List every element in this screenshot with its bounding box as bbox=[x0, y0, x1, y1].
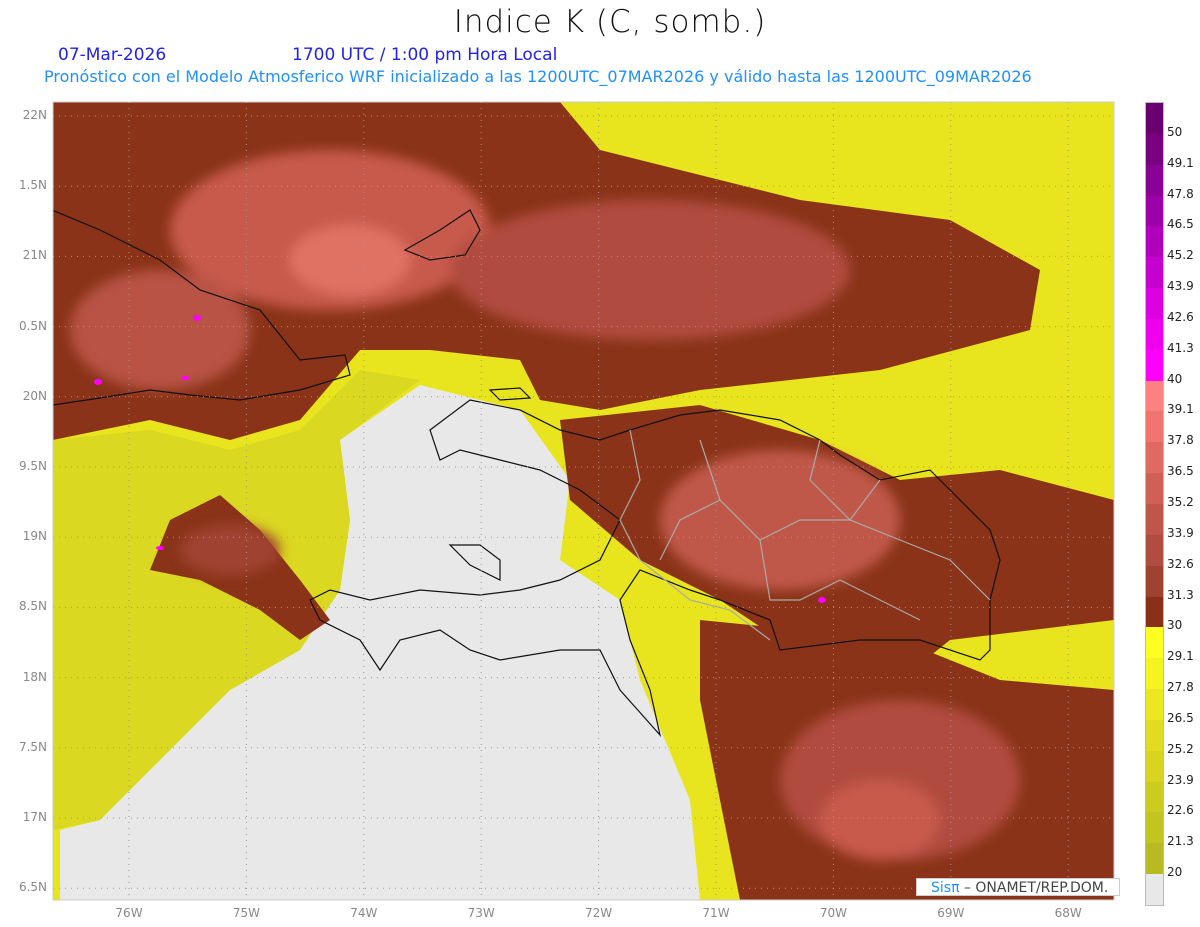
lon-label: 70W bbox=[819, 906, 847, 920]
lon-label: 68W bbox=[1054, 906, 1082, 920]
colorbar-bin bbox=[1146, 503, 1163, 535]
colorbar-label: 36.5 bbox=[1167, 464, 1194, 479]
colorbar-bin bbox=[1146, 658, 1163, 690]
colorbar-label: 22.6 bbox=[1167, 803, 1194, 818]
colorbar-bin bbox=[1146, 565, 1163, 597]
credit-box: Sisπ – ONAMET/REP.DOM. bbox=[916, 878, 1120, 896]
lat-label: 8.5N bbox=[18, 599, 47, 614]
colorbar-bin bbox=[1146, 843, 1163, 875]
colorbar-bin bbox=[1146, 380, 1163, 412]
lon-label: 73W bbox=[467, 906, 495, 920]
lat-label: 19N bbox=[22, 529, 47, 544]
colorbar-label: 49.1 bbox=[1167, 155, 1194, 170]
colorbar-bin bbox=[1146, 103, 1163, 134]
colorbar-bin bbox=[1146, 781, 1163, 813]
colorbar-label: 27.8 bbox=[1167, 680, 1194, 695]
lat-label: 9.5N bbox=[18, 459, 47, 473]
lat-label: 18N bbox=[22, 669, 47, 684]
colorbar-bin bbox=[1146, 534, 1163, 566]
colorbar-bin bbox=[1146, 596, 1163, 628]
lon-label: 76W bbox=[115, 906, 143, 920]
lat-label: 20N bbox=[22, 388, 47, 403]
lat-label: 21N bbox=[22, 248, 47, 263]
credit-brand: Sisπ bbox=[931, 880, 960, 896]
colorbar-bin bbox=[1146, 812, 1163, 844]
colorbar-bin bbox=[1146, 750, 1163, 782]
colorbar-label: 29.1 bbox=[1167, 649, 1194, 664]
k-index-map bbox=[52, 101, 1115, 901]
lat-label: 6.5N bbox=[18, 880, 47, 895]
lat-label: 0.5N bbox=[18, 318, 47, 333]
colorbar-bin bbox=[1146, 627, 1163, 659]
colorbar-bin bbox=[1146, 442, 1163, 474]
colorbar-label: 46.5 bbox=[1167, 217, 1194, 232]
credit-text: – ONAMET/REP.DOM. bbox=[959, 880, 1109, 896]
colorbar-label: 45.2 bbox=[1167, 248, 1194, 263]
colorbar-label: 37.8 bbox=[1167, 433, 1194, 448]
colorbar-label: 20 bbox=[1167, 865, 1183, 880]
colorbar-label: 26.5 bbox=[1167, 710, 1194, 725]
colorbar-bin bbox=[1146, 411, 1163, 443]
colorbar-label: 25.2 bbox=[1167, 741, 1194, 756]
colorbar-bin bbox=[1146, 164, 1163, 196]
colorbar-label: 39.1 bbox=[1167, 402, 1194, 417]
colorbar-label: 40 bbox=[1167, 371, 1183, 386]
colorbar-label: 43.9 bbox=[1167, 279, 1194, 294]
colorbar-bin bbox=[1146, 195, 1163, 227]
lon-label: 69W bbox=[937, 906, 965, 920]
colorbar-bin bbox=[1146, 226, 1163, 258]
colorbar-label: 32.6 bbox=[1167, 556, 1194, 571]
colorbar-label: 21.3 bbox=[1167, 834, 1194, 849]
lat-label: 7.5N bbox=[18, 739, 47, 754]
lat-label: 17N bbox=[22, 810, 47, 824]
colorbar-bin bbox=[1146, 874, 1163, 905]
colorbar-label: 42.6 bbox=[1167, 309, 1194, 324]
lat-label: 1.5N bbox=[18, 178, 47, 193]
colorbar-label: 30 bbox=[1167, 618, 1183, 633]
colorbar-bin bbox=[1146, 318, 1163, 350]
lon-label: 74W bbox=[350, 906, 378, 920]
colorbar-bin bbox=[1146, 349, 1163, 381]
colorbar-label: 33.9 bbox=[1167, 525, 1194, 540]
colorbar-bin bbox=[1146, 719, 1163, 751]
colorbar-label: 50 bbox=[1167, 124, 1183, 139]
lon-label: 75W bbox=[232, 906, 260, 920]
colorbar-bin bbox=[1146, 473, 1163, 504]
colorbar-label: 23.9 bbox=[1167, 772, 1194, 787]
colorbar-label: 35.2 bbox=[1167, 495, 1194, 509]
colorbar-bin bbox=[1146, 133, 1163, 165]
colorbar-label: 31.3 bbox=[1167, 587, 1194, 602]
colorbar-bin bbox=[1146, 689, 1163, 720]
lon-label: 72W bbox=[585, 906, 613, 920]
lat-label: 22N bbox=[22, 108, 47, 122]
colorbar-bin bbox=[1146, 288, 1163, 319]
colorbar-bin bbox=[1146, 257, 1163, 289]
colorbar bbox=[1145, 102, 1164, 906]
colorbar-label: 47.8 bbox=[1167, 186, 1194, 201]
colorbar-label: 41.3 bbox=[1167, 340, 1194, 355]
lon-label: 71W bbox=[702, 906, 730, 920]
